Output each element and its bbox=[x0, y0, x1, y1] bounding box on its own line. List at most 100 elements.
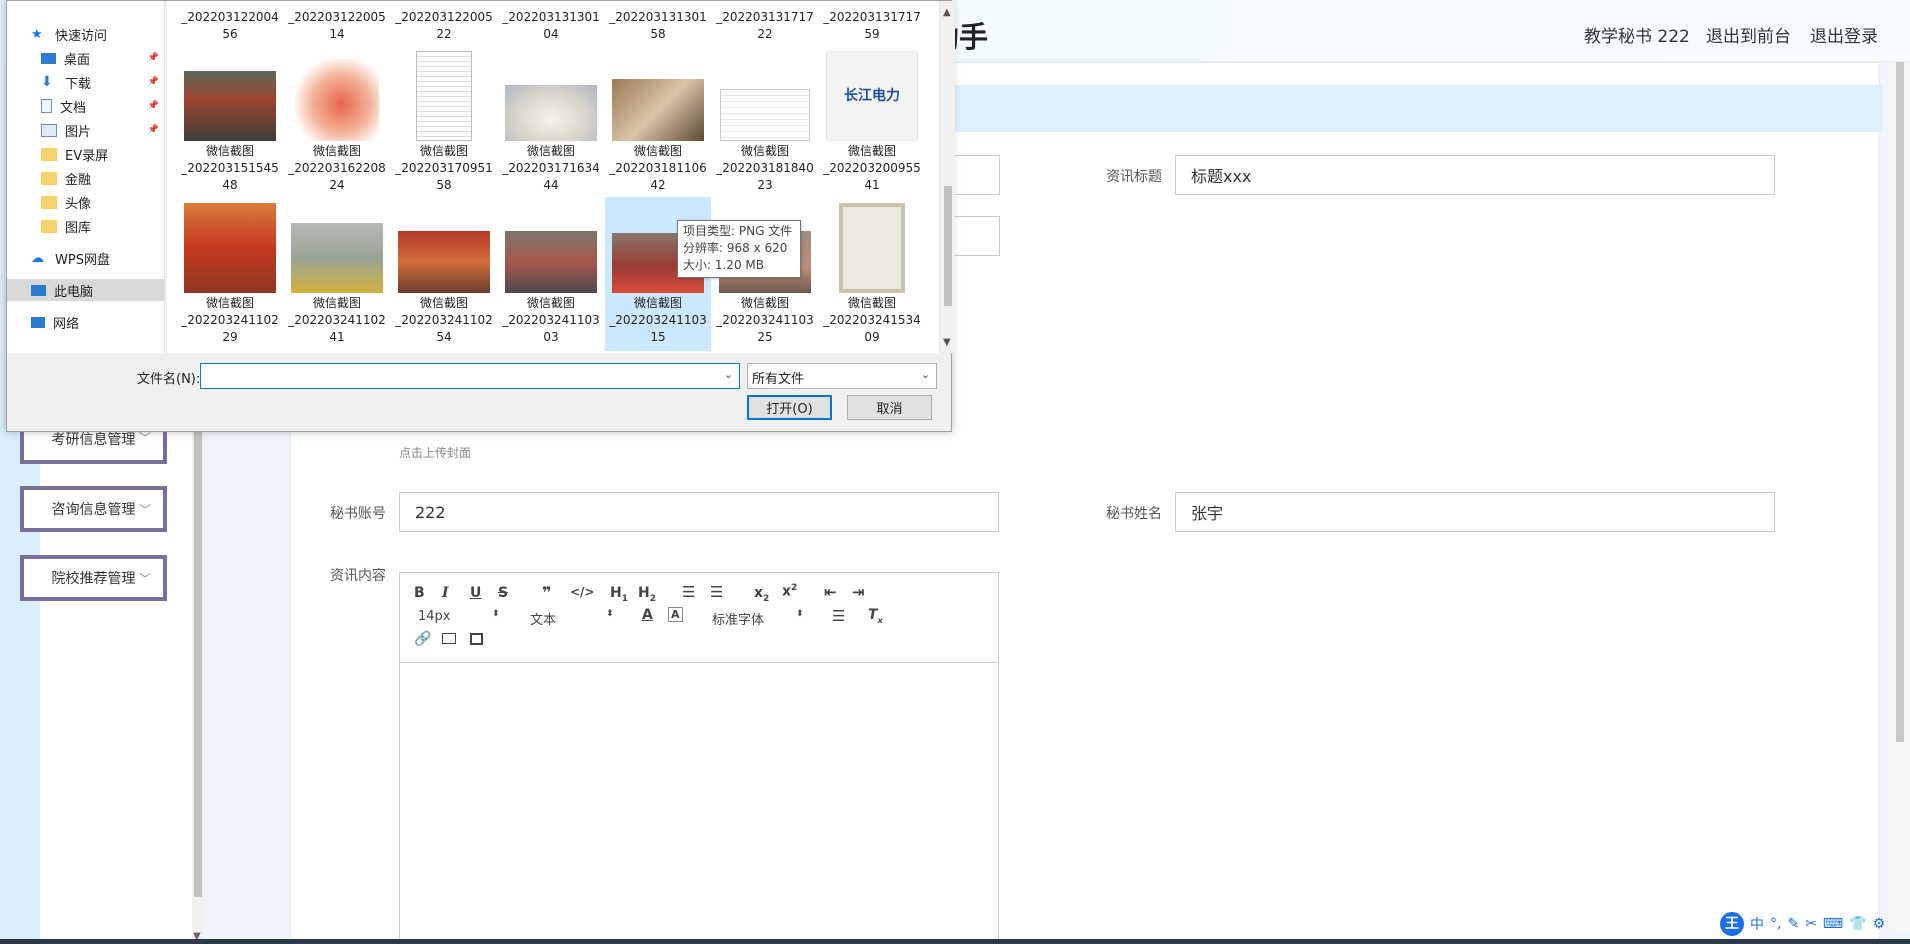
nav-documents[interactable]: 文档 📌 bbox=[41, 95, 165, 117]
pin-icon: 📌 bbox=[147, 101, 159, 111]
upload-cover-hint[interactable]: 点击上传封面 bbox=[399, 444, 471, 461]
background-color-icon[interactable]: A bbox=[668, 607, 683, 622]
bold-icon[interactable]: B bbox=[414, 585, 425, 601]
file-item[interactable]: 微信截图 _202203162208 24 bbox=[284, 51, 390, 194]
file-item-label[interactable]: _202203131301 04 bbox=[498, 9, 604, 43]
nav-label: 网络 bbox=[53, 316, 80, 332]
nav-this-pc[interactable]: 此电脑 bbox=[7, 279, 165, 301]
open-file-dialog: ★ 快速访问 桌面 📌 ⬇ 下载 📌 文档 📌 图片 📌 EV录屏 金融 头像 … bbox=[6, 0, 955, 432]
h2-icon[interactable]: H2 bbox=[638, 585, 656, 604]
file-item-label[interactable]: _202203122005 22 bbox=[391, 9, 497, 43]
font-family-select[interactable]: 标准字体 bbox=[712, 609, 764, 628]
skin-icon[interactable]: 👕 bbox=[1849, 916, 1866, 932]
video-icon[interactable] bbox=[470, 633, 483, 645]
clear-format-icon[interactable]: Tx bbox=[868, 607, 883, 625]
user-link[interactable]: 教学秘书 222 bbox=[1584, 22, 1690, 47]
scrollbar-thumb[interactable] bbox=[944, 186, 952, 306]
file-item-label[interactable]: _202203131717 22 bbox=[712, 9, 818, 43]
file-item[interactable]: 长江电力 微信截图 _202203200955 41 bbox=[819, 51, 925, 194]
file-item[interactable]: 微信截图 _202203181840 23 bbox=[712, 51, 818, 194]
pen-icon[interactable]: ✎ bbox=[1787, 916, 1799, 932]
desktop-icon bbox=[41, 52, 56, 64]
file-item[interactable]: 微信截图 _202203241102 41 bbox=[284, 203, 390, 346]
file-item[interactable]: 微信截图 _202203171634 44 bbox=[498, 51, 604, 194]
file-item[interactable]: 微信截图 _202203241102 29 bbox=[177, 203, 283, 346]
file-item[interactable]: 微信截图 _202203241102 54 bbox=[391, 203, 497, 346]
file-item-label[interactable]: _202203122004 56 bbox=[177, 9, 283, 43]
cancel-button[interactable]: 取消 bbox=[847, 395, 932, 420]
select-arrows-icon: ⬍ bbox=[606, 609, 614, 619]
folder-icon bbox=[41, 147, 57, 161]
italic-icon[interactable]: I bbox=[442, 585, 449, 601]
nav-quick-access[interactable]: ★ 快速访问 bbox=[31, 23, 163, 45]
nav-folder-avatar[interactable]: 头像 bbox=[41, 191, 165, 213]
link-icon[interactable]: 🔗 bbox=[414, 631, 431, 647]
h1-icon[interactable]: H1 bbox=[610, 585, 628, 604]
taskbar bbox=[0, 939, 1910, 944]
file-item-label[interactable]: _202203131301 58 bbox=[605, 9, 711, 43]
file-item[interactable]: 微信截图 _202203151545 48 bbox=[177, 51, 283, 194]
nav-folder-finance[interactable]: 金融 bbox=[41, 167, 165, 189]
nav-desktop[interactable]: 桌面 📌 bbox=[41, 47, 165, 69]
nav-network[interactable]: 网络 bbox=[31, 311, 163, 333]
sidebar-item-label: 咨询信息管理 bbox=[51, 502, 136, 518]
file-item[interactable]: 微信截图 _202203181106 42 bbox=[605, 51, 711, 194]
nav-label: 金融 bbox=[65, 172, 92, 188]
align-icon[interactable]: ☰ bbox=[832, 607, 845, 625]
sidebar-item-consult[interactable]: 咨询信息管理 ﹀ bbox=[20, 486, 167, 532]
app-window: 助手 教学秘书 222 退出到前台 退出登录 考研信息管理 ﹀ 咨询信息管理 ﹀… bbox=[0, 0, 1910, 944]
nav-label: EV录屏 bbox=[65, 148, 109, 164]
name-input[interactable]: 张宇 bbox=[1175, 492, 1775, 532]
ime-language-toggle[interactable]: 中 bbox=[1750, 914, 1764, 934]
logout-link[interactable]: 退出登录 bbox=[1810, 22, 1878, 47]
settings-icon[interactable]: ⚙ bbox=[1873, 916, 1886, 932]
file-list-scrollbar[interactable]: ▲ ▼ bbox=[939, 1, 955, 353]
ime-toolbar[interactable]: 王 中 °, ✎ ✂ ⌨ 👕 ⚙ bbox=[1720, 912, 1885, 936]
font-color-icon[interactable]: A bbox=[642, 607, 653, 623]
nav-pictures[interactable]: 图片 📌 bbox=[41, 119, 165, 141]
strike-icon[interactable]: S bbox=[498, 585, 508, 601]
title-input[interactable]: 标题xxx bbox=[1175, 155, 1775, 195]
back-to-frontend-link[interactable]: 退出到前台 bbox=[1706, 22, 1791, 47]
nav-wps-cloud[interactable]: ☁ WPS网盘 bbox=[31, 247, 163, 269]
image-icon[interactable] bbox=[442, 633, 456, 644]
sidebar-item-school[interactable]: 院校推荐管理 ﹀ bbox=[20, 555, 167, 601]
rich-text-editor[interactable]: B I U S ❞ </> H1 H2 ☰ ☰ x2 x2 ⇤ ⇥ 14px ⬍… bbox=[399, 572, 999, 944]
scissors-icon[interactable]: ✂ bbox=[1805, 916, 1817, 932]
indent-icon[interactable]: ⇥ bbox=[852, 583, 865, 601]
quote-icon[interactable]: ❞ bbox=[542, 583, 551, 602]
account-input[interactable]: 222 bbox=[399, 492, 999, 532]
bullet-list-icon[interactable]: ☰ bbox=[710, 583, 723, 601]
star-icon: ★ bbox=[31, 26, 43, 42]
thumbnail-image bbox=[184, 203, 276, 293]
outdent-icon[interactable]: ⇤ bbox=[824, 583, 837, 601]
subscript-icon[interactable]: x2 bbox=[754, 585, 769, 604]
scroll-down-icon[interactable]: ▼ bbox=[943, 337, 951, 348]
open-button[interactable]: 打开(O) bbox=[747, 395, 832, 420]
scroll-up-icon[interactable]: ▲ bbox=[943, 7, 951, 18]
ordered-list-icon[interactable]: ☰ bbox=[682, 583, 695, 601]
filetype-select[interactable]: 所有文件 ⌄ bbox=[747, 363, 937, 389]
font-size-select[interactable]: 14px bbox=[418, 609, 451, 624]
nav-folder-ev[interactable]: EV录屏 bbox=[41, 143, 165, 165]
file-item-label[interactable]: _202203122005 14 bbox=[284, 9, 390, 43]
page-scrollbar[interactable] bbox=[1890, 62, 1910, 932]
file-item[interactable]: 微信截图 _202203170951 58 bbox=[391, 51, 497, 194]
file-item-label[interactable]: _202203131717 59 bbox=[819, 9, 925, 43]
superscript-icon[interactable]: x2 bbox=[782, 583, 797, 600]
nav-downloads[interactable]: ⬇ 下载 📌 bbox=[41, 71, 165, 93]
chevron-down-icon[interactable]: ⌄ bbox=[724, 368, 733, 381]
file-item[interactable]: 微信截图 _202203241534 09 bbox=[819, 203, 925, 346]
keyboard-icon[interactable]: ⌨ bbox=[1823, 916, 1843, 932]
ime-logo-icon[interactable]: 王 bbox=[1720, 912, 1744, 936]
filename-input[interactable]: ⌄ bbox=[200, 363, 740, 389]
navigation-pane: ★ 快速访问 桌面 📌 ⬇ 下载 📌 文档 📌 图片 📌 EV录屏 金融 头像 … bbox=[7, 1, 165, 353]
scrollbar-thumb[interactable] bbox=[1896, 62, 1904, 742]
chevron-down-icon: ⌄ bbox=[920, 368, 930, 381]
ime-punctuation-toggle[interactable]: °, bbox=[1770, 916, 1781, 932]
block-type-select[interactable]: 文本 bbox=[530, 609, 556, 628]
code-icon[interactable]: </> bbox=[570, 585, 595, 599]
nav-folder-gallery[interactable]: 图库 bbox=[41, 215, 165, 237]
file-item[interactable]: 微信截图 _202203241103 03 bbox=[498, 203, 604, 346]
underline-icon[interactable]: U bbox=[470, 585, 481, 601]
